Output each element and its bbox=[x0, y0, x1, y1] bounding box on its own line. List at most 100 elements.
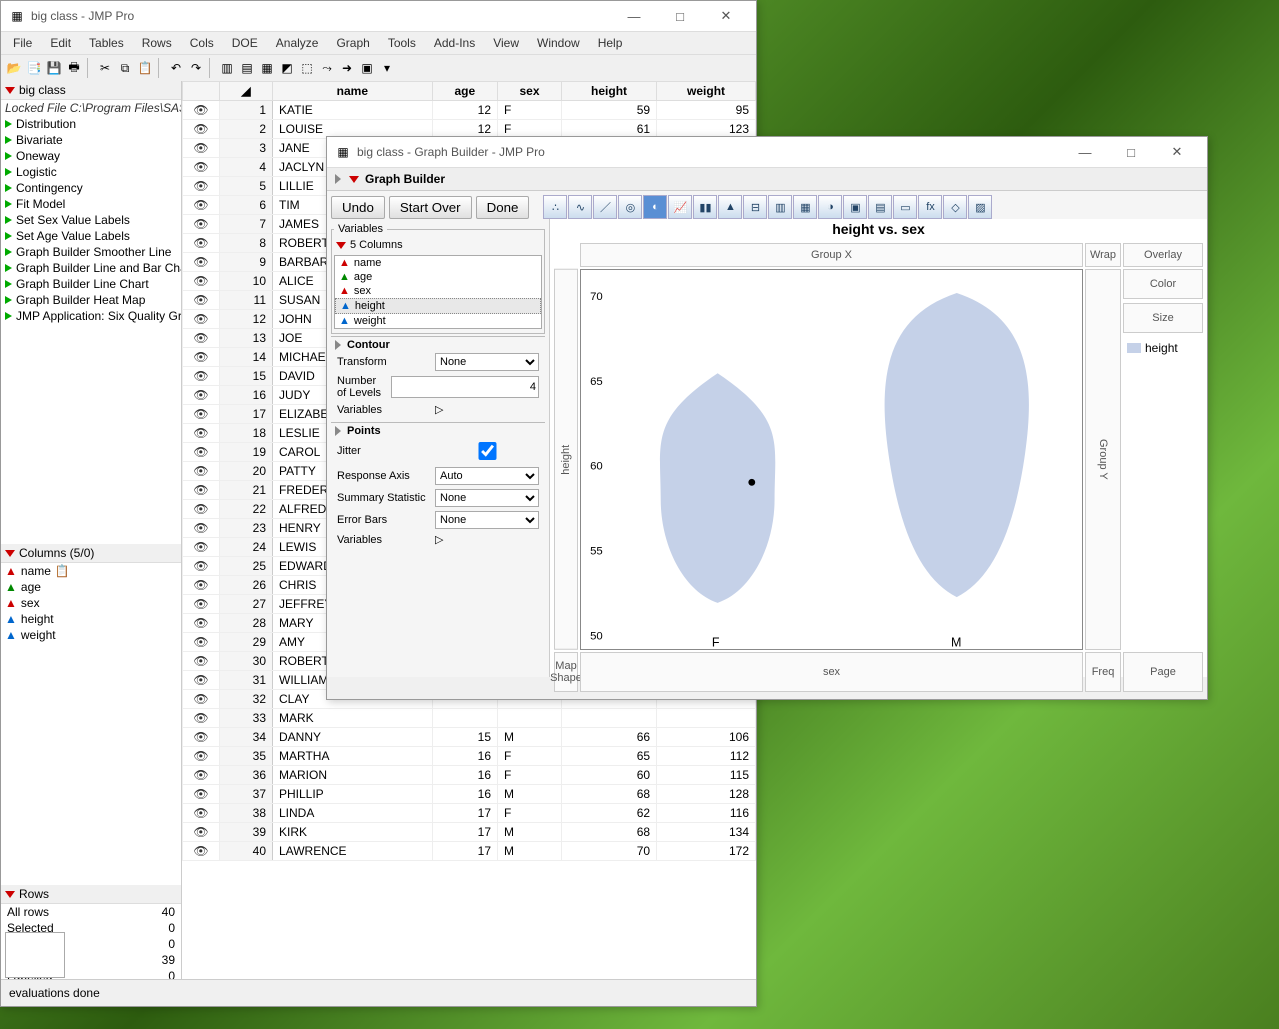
close-button[interactable]: ✕ bbox=[1155, 138, 1199, 166]
cut-icon[interactable]: ✂ bbox=[96, 59, 114, 77]
table-row[interactable]: 👁37PHILLIP16M68128 bbox=[183, 785, 756, 804]
script-item[interactable]: Logistic bbox=[1, 164, 181, 180]
variable-item[interactable]: ▲name bbox=[335, 256, 541, 270]
print-icon[interactable]: 🖶 bbox=[65, 59, 83, 77]
gb-outline-header[interactable]: Graph Builder bbox=[327, 168, 1207, 191]
menu-cols[interactable]: Cols bbox=[182, 34, 222, 52]
undo-button[interactable]: Undo bbox=[331, 196, 385, 219]
script-item[interactable]: Graph Builder Line Chart bbox=[1, 276, 181, 292]
contour-element-icon[interactable]: ◐ bbox=[643, 195, 667, 219]
minimize-button[interactable]: ― bbox=[612, 2, 656, 30]
red-triangle-icon[interactable] bbox=[5, 550, 15, 557]
column-item[interactable]: ▲weight bbox=[1, 627, 181, 643]
maximize-button[interactable]: □ bbox=[1109, 138, 1153, 166]
script-item[interactable]: Contingency bbox=[1, 180, 181, 196]
plot-area[interactable]: 50 55 60 65 70 F M bbox=[580, 269, 1083, 650]
heatmap-element-icon[interactable]: ▦ bbox=[793, 195, 817, 219]
menu-add-ins[interactable]: Add-Ins bbox=[426, 34, 483, 52]
size-zone[interactable]: Size bbox=[1123, 303, 1203, 333]
table-row[interactable]: 👁34DANNY15M66106 bbox=[183, 728, 756, 747]
red-triangle-icon[interactable] bbox=[349, 176, 359, 183]
columns-list[interactable]: ▲name📋▲age▲sex▲height▲weight bbox=[1, 563, 181, 885]
menubar[interactable]: FileEditTablesRowsColsDOEAnalyzeGraphToo… bbox=[1, 32, 756, 55]
table-row[interactable]: 👁35MARTHA16F65112 bbox=[183, 747, 756, 766]
area-element-icon[interactable]: ▲ bbox=[718, 195, 742, 219]
dist-icon[interactable]: ▥ bbox=[218, 59, 236, 77]
maximize-button[interactable]: □ bbox=[658, 2, 702, 30]
variable-item[interactable]: ▲sex bbox=[335, 284, 541, 298]
script-item[interactable]: JMP Application: Six Quality Gra bbox=[1, 308, 181, 324]
fit-y-icon[interactable]: ▤ bbox=[238, 59, 256, 77]
toolbar[interactable]: 📂 📑 💾 🖶 ✂ ⧉ 📋 ↶ ↷ ▥ ▤ ▦ ◩ ⬚ ⤳ ➜ ▣ ▾ bbox=[1, 55, 756, 82]
script-item[interactable]: Graph Builder Smoother Line bbox=[1, 244, 181, 260]
script-item[interactable]: Graph Builder Heat Map bbox=[1, 292, 181, 308]
minimize-button[interactable]: ― bbox=[1063, 138, 1107, 166]
undo-icon[interactable]: ↶ bbox=[167, 59, 185, 77]
close-button[interactable]: ✕ bbox=[704, 2, 748, 30]
error-bars-select[interactable]: None bbox=[435, 511, 539, 529]
menu-window[interactable]: Window bbox=[529, 34, 588, 52]
run-icon[interactable]: ▣ bbox=[358, 59, 376, 77]
report-thumbnail[interactable] bbox=[5, 932, 65, 978]
treemap-element-icon[interactable]: ▣ bbox=[843, 195, 867, 219]
copy-icon[interactable]: ⧉ bbox=[116, 59, 134, 77]
more-icon[interactable]: ▾ bbox=[378, 59, 396, 77]
wrap-zone[interactable]: Wrap bbox=[1085, 243, 1121, 267]
menu-tables[interactable]: Tables bbox=[81, 34, 132, 52]
legend[interactable]: height bbox=[1123, 337, 1203, 359]
script-item[interactable]: Distribution bbox=[1, 116, 181, 132]
column-item[interactable]: ▲name📋 bbox=[1, 563, 181, 579]
expand-icon[interactable]: ▷ bbox=[435, 533, 443, 546]
main-titlebar[interactable]: ▦ big class - JMP Pro ― □ ✕ bbox=[1, 1, 756, 32]
parallel-element-icon[interactable]: ▨ bbox=[968, 195, 992, 219]
column-item[interactable]: ▲age bbox=[1, 579, 181, 595]
variable-item[interactable]: ▲age bbox=[335, 270, 541, 284]
formula-element-icon[interactable]: fx bbox=[918, 195, 942, 219]
map-element-icon[interactable]: ◇ bbox=[943, 195, 967, 219]
line-element-icon[interactable]: 📈 bbox=[668, 195, 692, 219]
x-axis-label[interactable]: sex bbox=[580, 652, 1083, 692]
ellipse-element-icon[interactable]: ◎ bbox=[618, 195, 642, 219]
script-item[interactable]: Bivariate bbox=[1, 132, 181, 148]
open-icon[interactable]: 📂 bbox=[5, 59, 23, 77]
script-item[interactable]: Fit Model bbox=[1, 196, 181, 212]
menu-edit[interactable]: Edit bbox=[42, 34, 79, 52]
open-recent-icon[interactable]: 📑 bbox=[25, 59, 43, 77]
response-axis-select[interactable]: Auto bbox=[435, 467, 539, 485]
redo-icon[interactable]: ↷ bbox=[187, 59, 205, 77]
line-of-fit-icon[interactable]: ／ bbox=[593, 195, 617, 219]
tabulate-icon[interactable]: ▦ bbox=[258, 59, 276, 77]
page-zone[interactable]: Page bbox=[1123, 652, 1203, 692]
columns-panel-header[interactable]: Columns (5/0) bbox=[1, 544, 181, 563]
transform-select[interactable]: None bbox=[435, 353, 539, 371]
variables-list[interactable]: ▲name▲age▲sex▲height▲weight bbox=[334, 255, 542, 329]
table-row[interactable]: 👁39KIRK17M68134 bbox=[183, 823, 756, 842]
script-item[interactable]: Oneway bbox=[1, 148, 181, 164]
chart-title[interactable]: height vs. sex bbox=[550, 219, 1207, 239]
menu-doe[interactable]: DOE bbox=[224, 34, 266, 52]
start-over-button[interactable]: Start Over bbox=[389, 196, 472, 219]
column-item[interactable]: ▲sex bbox=[1, 595, 181, 611]
overlay-zone[interactable]: Overlay bbox=[1123, 243, 1203, 267]
group-y-zone[interactable]: Group Y bbox=[1085, 269, 1121, 650]
menu-help[interactable]: Help bbox=[590, 34, 631, 52]
rows-panel-header[interactable]: Rows bbox=[1, 885, 181, 904]
levels-input[interactable] bbox=[391, 376, 539, 398]
disclosure-icon[interactable] bbox=[335, 426, 341, 436]
table-row[interactable]: 👁40LAWRENCE17M70172 bbox=[183, 842, 756, 861]
pie-element-icon[interactable]: ◑ bbox=[818, 195, 842, 219]
points-element-icon[interactable]: ∴ bbox=[543, 195, 567, 219]
disclosure-icon[interactable] bbox=[335, 340, 341, 350]
script-item[interactable]: Graph Builder Line and Bar Chart bbox=[1, 260, 181, 276]
graph-icon[interactable]: ◩ bbox=[278, 59, 296, 77]
smoother-element-icon[interactable]: ∿ bbox=[568, 195, 592, 219]
table-row[interactable]: 👁36MARION16F60115 bbox=[183, 766, 756, 785]
bar-element-icon[interactable]: ▮▮ bbox=[693, 195, 717, 219]
histogram-element-icon[interactable]: ▥ bbox=[768, 195, 792, 219]
freq-zone[interactable]: Freq bbox=[1085, 652, 1121, 692]
script-item[interactable]: Set Sex Value Labels bbox=[1, 212, 181, 228]
mosaic-element-icon[interactable]: ▤ bbox=[868, 195, 892, 219]
column-item[interactable]: ▲height bbox=[1, 611, 181, 627]
save-icon[interactable]: 💾 bbox=[45, 59, 63, 77]
map-shape-zone[interactable]: Map Shape bbox=[554, 652, 578, 692]
